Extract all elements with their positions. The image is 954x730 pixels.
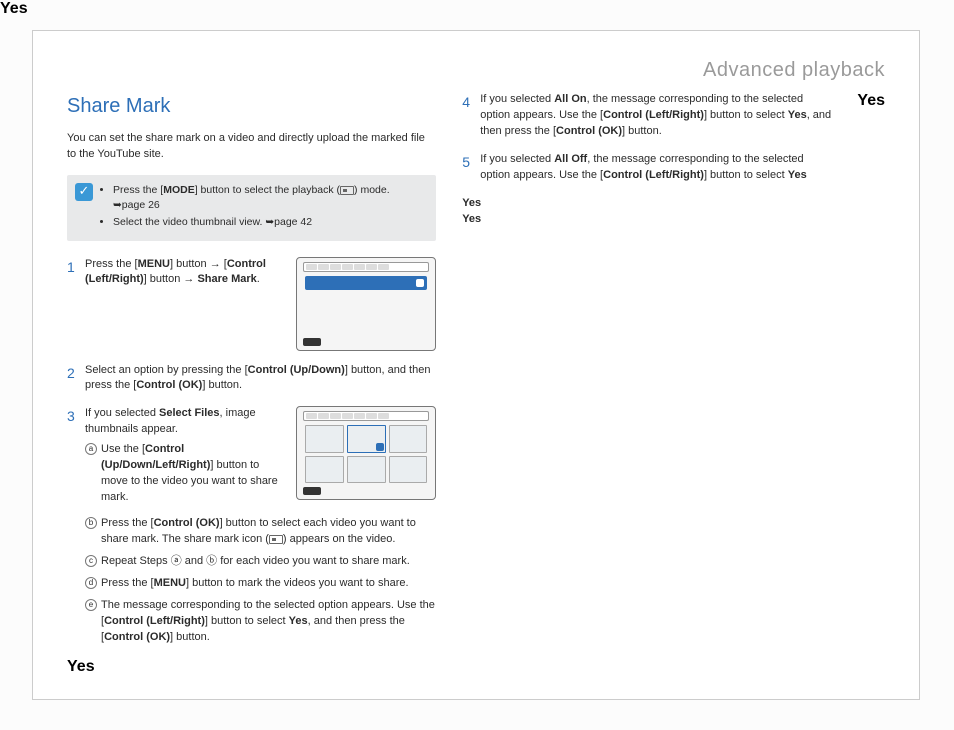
- step-3-substeps: a Use the [Control (Up/Down/Left/Right)]…: [85, 442, 286, 506]
- page-title: Advanced playback: [703, 59, 885, 81]
- prereq-1: Press the [MODE] button to select the pl…: [113, 183, 426, 213]
- step-4: If you selected All On, the message corr…: [462, 92, 831, 140]
- steps-left: Press the [MENU] button → [Control (Left…: [67, 257, 436, 646]
- prereq-2: Select the video thumbnail view. ➥page 4…: [113, 215, 426, 230]
- substep-a: a Use the [Control (Up/Down/Left/Right)]…: [85, 442, 286, 506]
- substep-b: b Press the [Control (OK)] button to sel…: [85, 516, 436, 548]
- check-icon: ✓: [75, 183, 93, 201]
- prereq-callout: ✓ Press the [MODE] button to select the …: [67, 175, 436, 241]
- playback-icon: [340, 186, 354, 195]
- left-column: Share Mark You can set the share mark on…: [67, 92, 436, 658]
- substep-c: c Repeat Steps ⓐ and ⓑ for each video yo…: [85, 554, 436, 570]
- prereq-1-ref: ➥page 26: [113, 198, 426, 213]
- lcd-thumb-preview: [296, 406, 436, 500]
- share-mark-icon: [269, 535, 283, 544]
- section-title: Share Mark: [67, 92, 436, 121]
- step-3-substeps-cont: b Press the [Control (OK)] button to sel…: [85, 516, 436, 646]
- step-5: If you selected All Off, the message cor…: [462, 152, 831, 184]
- page-header: Advanced playback: [67, 59, 885, 82]
- columns: Share Mark You can set the share mark on…: [67, 92, 885, 658]
- lcd-menu-preview: [296, 257, 436, 351]
- step-1: Press the [MENU] button → [Control (Left…: [67, 257, 436, 351]
- steps-right: If you selected All On, the message corr…: [462, 92, 831, 212]
- right-column: If you selected All On, the message corr…: [462, 92, 831, 658]
- step-2: Select an option by pressing the [Contro…: [67, 363, 436, 395]
- substep-d: d Press the [MENU] button to mark the vi…: [85, 576, 436, 592]
- prereq-list: Press the [MODE] button to select the pl…: [103, 183, 426, 233]
- substep-e: e The message corresponding to the selec…: [85, 598, 436, 646]
- intro-text: You can set the share mark on a video an…: [67, 131, 436, 163]
- page: Advanced playback Share Mark You can set…: [32, 30, 920, 700]
- step-3: If you selected Select Files, image thum…: [67, 406, 436, 645]
